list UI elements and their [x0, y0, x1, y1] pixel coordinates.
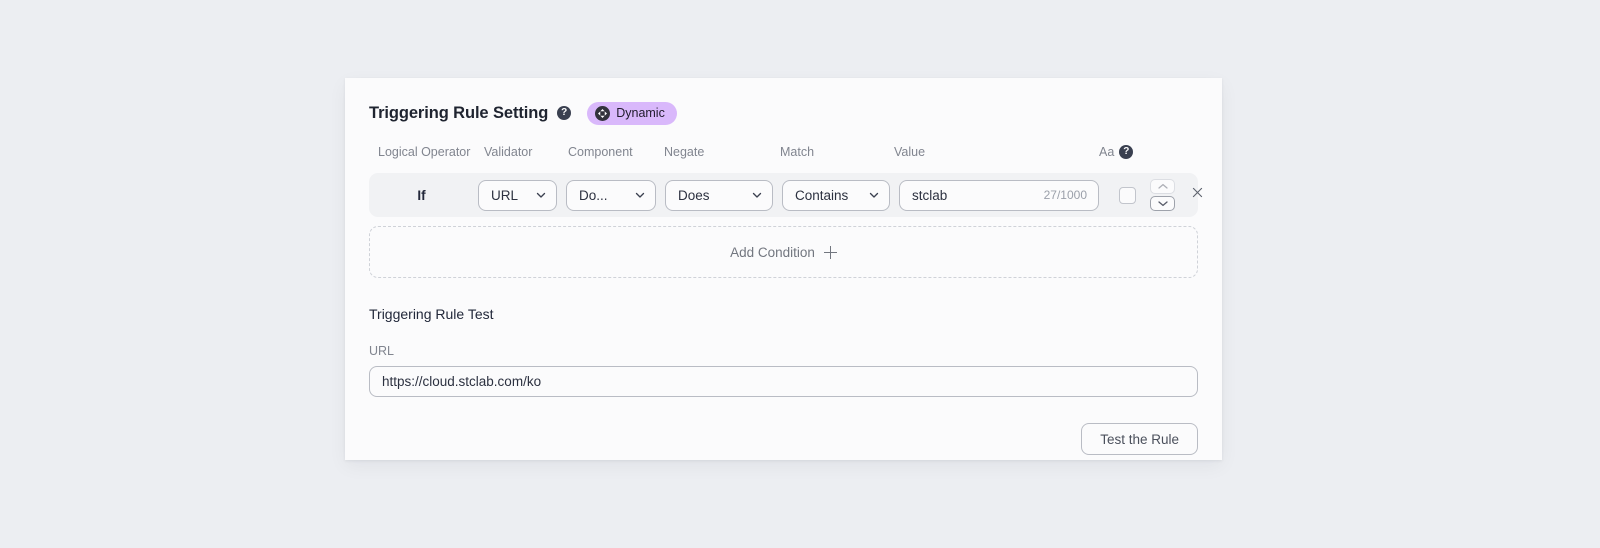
condition-row: If URL Do... Does Contains stclab 27/100… [369, 173, 1202, 217]
card-header: Triggering Rule Setting ? Dynamic [369, 100, 1198, 126]
question-mark-circle-icon[interactable]: ? [1119, 145, 1134, 159]
add-condition-label: Add Condition [730, 244, 815, 260]
test-section-title: Triggering Rule Test [369, 306, 494, 322]
column-header-logical-operator: Logical Operator [378, 145, 471, 159]
test-actions: Test the Rule [369, 423, 1198, 455]
column-header-value: Value [894, 145, 926, 159]
chevron-down-icon [634, 189, 646, 201]
column-header-case-sensitivity: Aa ? [1099, 145, 1134, 159]
value-input-text: stclab [912, 187, 948, 203]
component-select[interactable]: Do... [566, 179, 656, 211]
value-input[interactable]: stclab 27/1000 [899, 179, 1099, 211]
triggering-rule-card: Triggering Rule Setting ? Dynamic Logica… [345, 78, 1222, 460]
case-sensitive-checkbox[interactable] [1119, 186, 1136, 204]
row-reorder-stepper [1150, 179, 1175, 211]
move-row-down-button[interactable] [1150, 196, 1175, 211]
test-the-rule-button[interactable]: Test the Rule [1081, 423, 1198, 455]
question-mark-circle-icon[interactable]: ? [557, 106, 572, 120]
test-url-input[interactable]: https://cloud.stclab.com/ko [369, 366, 1198, 397]
status-badge-label: Dynamic [616, 106, 665, 120]
column-header-negate: Negate [664, 145, 705, 159]
add-condition-button[interactable]: Add Condition [369, 226, 1198, 278]
match-select-value: Contains [795, 187, 849, 203]
value-character-counter: 27/1000 [1043, 188, 1087, 202]
chevron-down-icon [868, 189, 880, 201]
dynamic-arrows-icon [595, 105, 611, 121]
url-field-label: URL [369, 344, 395, 358]
close-x-icon [1191, 186, 1204, 204]
column-header-case-label: Aa [1099, 145, 1115, 159]
column-header-component: Component [568, 145, 633, 159]
card-content: Triggering Rule Setting ? Dynamic Logica… [369, 100, 1202, 455]
move-row-up-button[interactable] [1150, 179, 1175, 194]
validator-select[interactable]: URL [478, 179, 557, 211]
remove-condition-button[interactable] [1188, 186, 1206, 204]
chevron-down-icon [535, 189, 547, 201]
column-header-validator: Validator [484, 145, 533, 159]
match-select[interactable]: Contains [782, 179, 890, 211]
logical-operator-label: If [417, 187, 426, 203]
negate-select-value: Does [678, 187, 710, 203]
chevron-down-icon [751, 189, 763, 201]
negate-select[interactable]: Does [665, 179, 773, 211]
component-select-value: Do... [579, 187, 608, 203]
chevron-up-icon [1156, 178, 1170, 196]
plus-icon [823, 245, 837, 259]
column-header-match: Match [780, 145, 815, 159]
validator-select-value: URL [491, 187, 519, 203]
condition-column-headers: Logical Operator Validator Component Neg… [369, 145, 1198, 165]
status-badge: Dynamic [587, 101, 677, 125]
chevron-down-icon [1156, 195, 1170, 213]
page-title: Triggering Rule Setting [369, 103, 549, 122]
